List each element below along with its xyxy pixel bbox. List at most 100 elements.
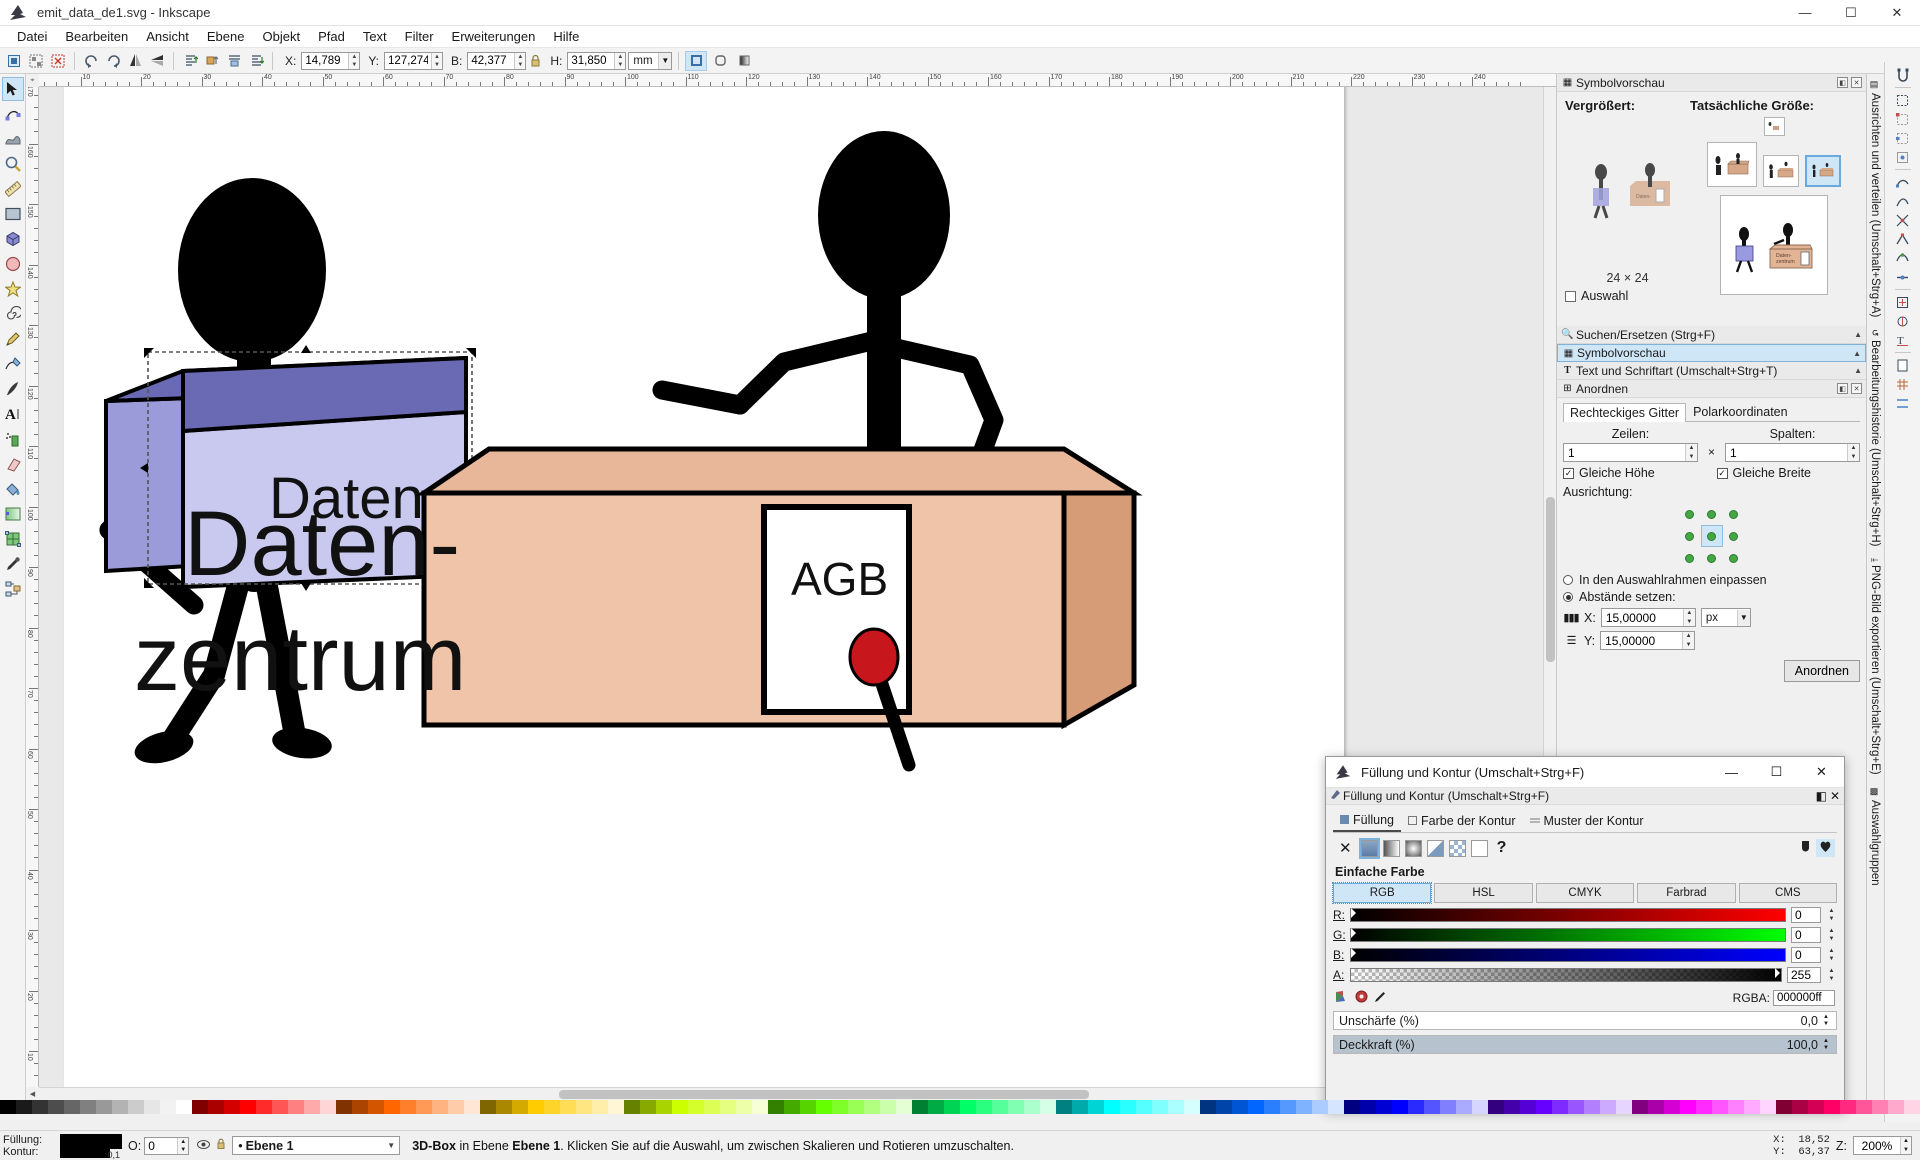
affect-stroke-width-toggle[interactable] — [685, 50, 708, 71]
palette-swatch[interactable] — [0, 1100, 16, 1114]
color-managed-icon[interactable] — [1335, 990, 1349, 1006]
palette-swatch[interactable] — [32, 1100, 48, 1114]
panel-float-icon[interactable]: ◧ — [1837, 77, 1848, 88]
palette-swatch[interactable] — [1360, 1100, 1376, 1114]
chevron-down-icon[interactable]: ▼ — [1736, 609, 1750, 626]
spalten-stepper[interactable]: ▲ ▼ — [1847, 444, 1860, 461]
alpha-value-input[interactable] — [1787, 967, 1821, 983]
eraser-tool[interactable] — [2, 452, 24, 476]
scrollbar-thumb[interactable] — [1546, 497, 1555, 662]
node-tool[interactable] — [2, 102, 24, 126]
ruler-unit-corner[interactable]: ⌖ — [26, 74, 39, 87]
palette-swatch[interactable] — [1776, 1100, 1792, 1114]
symbol-size-48[interactable] — [1707, 142, 1757, 187]
palette-swatch[interactable] — [1376, 1100, 1392, 1114]
red-value-input[interactable] — [1791, 907, 1821, 923]
auswahl-checkbox[interactable] — [1565, 290, 1576, 302]
dock-header-symbol-preview[interactable]: ▦ Symbolvorschau ▲ — [1557, 344, 1866, 362]
panel-float-icon[interactable]: ◧ — [1837, 383, 1848, 394]
palette-swatch[interactable] — [1136, 1100, 1152, 1114]
palette-swatch[interactable] — [640, 1100, 656, 1114]
palette-swatch[interactable] — [320, 1100, 336, 1114]
palette-swatch[interactable] — [880, 1100, 896, 1114]
dock-header-text-font[interactable]: T Text und Schriftart (Umschalt+Strg+T) … — [1557, 362, 1866, 380]
palette-swatch[interactable] — [208, 1100, 224, 1114]
palette-swatch[interactable] — [1616, 1100, 1632, 1114]
spacing-y-stepper[interactable]: ▲ ▼ — [1682, 632, 1695, 649]
palette-swatch[interactable] — [816, 1100, 832, 1114]
palette-swatch[interactable] — [1728, 1100, 1744, 1114]
y-input[interactable] — [385, 52, 432, 69]
palette-swatch[interactable] — [96, 1100, 112, 1114]
raise-icon[interactable] — [202, 51, 222, 71]
palette-swatch[interactable] — [1536, 1100, 1552, 1114]
palette-swatch[interactable] — [304, 1100, 320, 1114]
palette-swatch[interactable] — [256, 1100, 272, 1114]
spacing-unit-select[interactable]: px ▼ — [1700, 608, 1751, 627]
pencil-tool[interactable] — [2, 327, 24, 351]
snap-grid-icon[interactable] — [1894, 375, 1912, 393]
spacing-y-input[interactable] — [1601, 633, 1683, 648]
palette-swatch[interactable] — [1712, 1100, 1728, 1114]
measure-tool[interactable] — [2, 177, 24, 201]
palette-swatch[interactable] — [1552, 1100, 1568, 1114]
symbol-size-large[interactable]: Daten- zentrum — [1720, 195, 1828, 295]
palette-swatch[interactable] — [768, 1100, 784, 1114]
fill-stroke-dock-header[interactable]: Füllung und Kontur (Umschalt+Strg+F) ◧ ✕ — [1326, 788, 1844, 805]
palette-swatch[interactable] — [1216, 1100, 1232, 1114]
snap-text-baseline-icon[interactable]: T — [1894, 331, 1912, 349]
symbol-size-24-selected[interactable] — [1805, 155, 1841, 187]
palette-swatch[interactable] — [1600, 1100, 1616, 1114]
snap-rotation-center-icon[interactable] — [1894, 312, 1912, 330]
width-spinner[interactable]: ▲▼ — [467, 51, 527, 70]
palette-swatch[interactable] — [80, 1100, 96, 1114]
palette-swatch[interactable] — [1456, 1100, 1472, 1114]
blue-slider[interactable] — [1350, 948, 1786, 962]
height-stepper[interactable]: ▲ ▼ — [614, 52, 626, 69]
palette-swatch[interactable] — [1152, 1100, 1168, 1114]
palette-swatch[interactable] — [1664, 1100, 1680, 1114]
canvas-horizontal-scrollbar[interactable] — [39, 1087, 1543, 1100]
opacity-input[interactable] — [145, 1138, 178, 1153]
symbol-size-16[interactable] — [1763, 117, 1785, 136]
palette-swatch[interactable] — [848, 1100, 864, 1114]
zeilen-spinner[interactable]: ▲▼ — [1563, 443, 1698, 462]
undo-history-tab[interactable]: ↺ Bearbeitungshistorie (Umschalt+Strg+H) — [1867, 323, 1883, 552]
calligraphy-tool[interactable] — [2, 377, 24, 401]
palette-swatch[interactable] — [656, 1100, 672, 1114]
palette-swatch[interactable] — [1040, 1100, 1056, 1114]
palette-swatch[interactable] — [416, 1100, 432, 1114]
palette-swatch[interactable] — [800, 1100, 816, 1114]
palette-swatch[interactable] — [784, 1100, 800, 1114]
palette-swatch[interactable] — [1072, 1100, 1088, 1114]
select-all-layers-icon[interactable] — [26, 51, 46, 71]
palette-swatch[interactable] — [64, 1100, 80, 1114]
palette-swatch[interactable] — [992, 1100, 1008, 1114]
snap-path-icon[interactable] — [1894, 192, 1912, 210]
zeilen-stepper[interactable]: ▲ ▼ — [1685, 444, 1697, 461]
zeilen-input[interactable] — [1564, 445, 1685, 460]
blue-value-input[interactable] — [1791, 947, 1821, 963]
color-mode-cmyk[interactable]: CMYK — [1535, 883, 1635, 903]
palette-swatch[interactable] — [576, 1100, 592, 1114]
palette-swatch[interactable] — [1168, 1100, 1184, 1114]
flip-vertical-icon[interactable] — [147, 51, 167, 71]
text-tool[interactable]: A — [2, 402, 24, 426]
snap-page-border-icon[interactable] — [1894, 356, 1912, 374]
palette-swatch[interactable] — [176, 1100, 192, 1114]
palette-swatch[interactable] — [384, 1100, 400, 1114]
pick-color-icon[interactable] — [1374, 990, 1387, 1006]
document-page[interactable]: Daten Daten- zentrum AGB — [64, 87, 1344, 1087]
palette-swatch[interactable] — [720, 1100, 736, 1114]
paint-pattern-icon[interactable] — [1426, 839, 1444, 857]
spalten-spinner[interactable]: ▲▼ — [1725, 443, 1861, 462]
palette-swatch[interactable] — [1232, 1100, 1248, 1114]
align-bottom-left[interactable] — [1679, 547, 1701, 569]
mesh-tool[interactable] — [2, 527, 24, 551]
palette-swatch[interactable] — [864, 1100, 880, 1114]
align-bottom-right[interactable] — [1723, 547, 1745, 569]
zoom-tool[interactable] — [2, 152, 24, 176]
fill-stroke-dialog[interactable]: Füllung und Kontur (Umschalt+Strg+F) — ☐… — [1325, 756, 1845, 1111]
menu-text[interactable]: Text — [354, 27, 396, 46]
palette-swatch[interactable] — [976, 1100, 992, 1114]
